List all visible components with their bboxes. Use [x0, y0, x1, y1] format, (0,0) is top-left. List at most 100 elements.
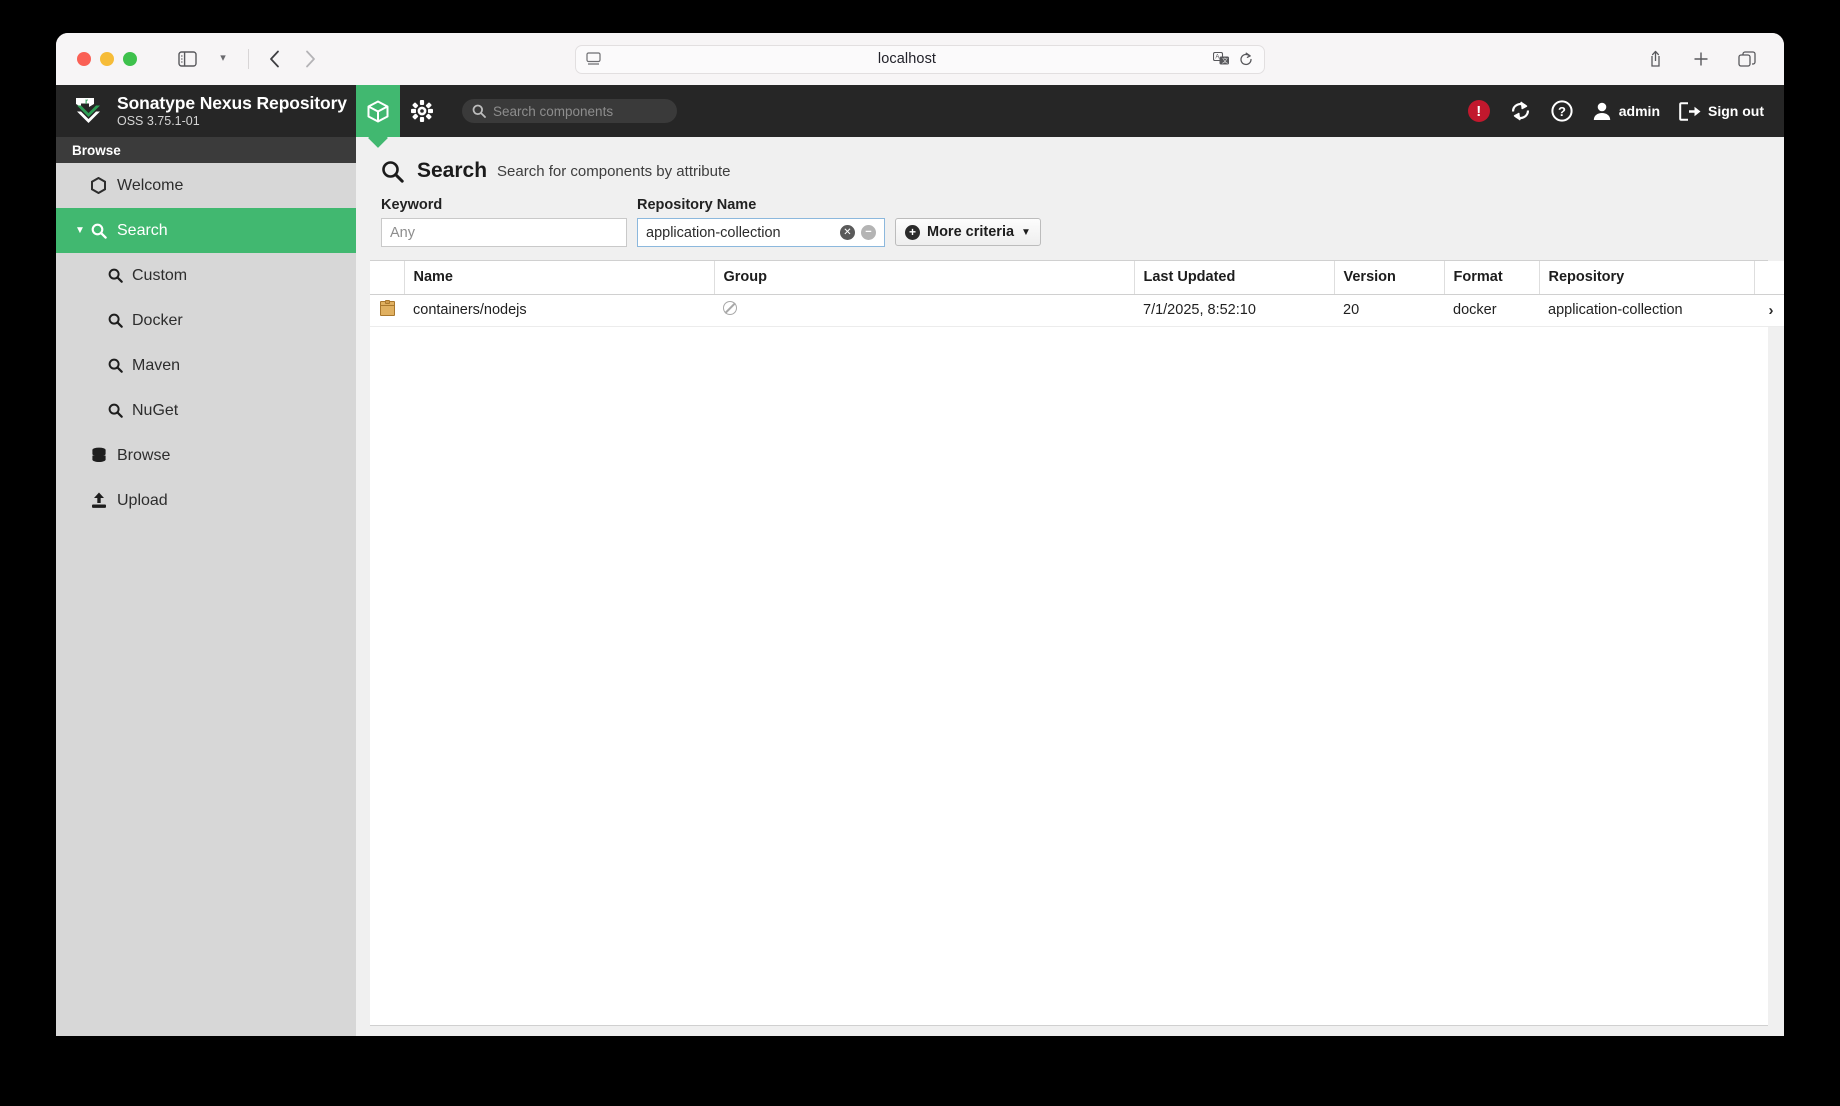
column-header-name[interactable]: Name	[404, 261, 715, 295]
remove-criteria-icon[interactable]: −	[861, 225, 876, 240]
svg-text:文: 文	[1222, 57, 1228, 65]
share-icon[interactable]	[1638, 44, 1672, 74]
forward-icon[interactable]	[293, 44, 327, 74]
upload-icon	[91, 492, 117, 509]
cell-repository: application-collection	[1539, 294, 1754, 327]
reader-view-icon[interactable]	[586, 52, 601, 66]
column-header-last-updated[interactable]: Last Updated	[1134, 261, 1335, 295]
user-icon	[1593, 102, 1610, 120]
column-header-group[interactable]: Group	[714, 261, 1135, 295]
search-filters: Keyword Any Repository Name application-…	[370, 197, 1768, 247]
svg-text:r: r	[85, 97, 88, 106]
repository-input-value: application-collection	[646, 224, 781, 241]
more-criteria-label: More criteria	[927, 224, 1015, 240]
column-header-repository[interactable]: Repository	[1539, 261, 1755, 295]
brand[interactable]: r Sonatype Nexus Repository OSS 3.75.1-0…	[56, 85, 356, 137]
cell-version: 20	[1334, 294, 1444, 327]
page-title: Search	[417, 159, 488, 182]
cell-last-updated: 7/1/2025, 8:52:10	[1134, 294, 1334, 327]
cell-group	[714, 294, 1134, 327]
username-label: admin	[1618, 103, 1660, 119]
reload-icon[interactable]	[1239, 52, 1253, 67]
toolbar-divider	[248, 49, 249, 69]
table-row[interactable]: containers/nodejs 7/1/2025, 8:52:10 20 d…	[370, 294, 1784, 327]
refresh-button[interactable]	[1509, 100, 1532, 122]
sidebar: Browse Welcome ▼ Search Custom Docker Ma…	[56, 137, 356, 1036]
row-expand-chevron-right-icon[interactable]: ›	[1754, 294, 1784, 327]
address-bar-actions: A文	[1213, 52, 1253, 67]
keyword-field-group: Keyword Any	[381, 197, 627, 247]
refresh-icon	[1511, 101, 1529, 121]
cell-name: containers/nodejs	[404, 294, 714, 327]
search-icon	[108, 313, 132, 328]
minimize-window-button[interactable]	[100, 52, 114, 66]
sidebar-item-label: Docker	[132, 311, 183, 329]
alert-icon[interactable]: !	[1467, 100, 1490, 122]
header-actions: ! ? admin Sign out	[1467, 85, 1784, 137]
sidebar-item-label: Upload	[117, 491, 168, 509]
main-content: Search Search for components by attribut…	[356, 137, 1784, 1036]
tab-overview-icon[interactable]	[1730, 44, 1764, 74]
app-body: Browse Welcome ▼ Search Custom Docker Ma…	[56, 137, 1784, 1036]
box-icon	[367, 100, 389, 122]
window-controls[interactable]	[77, 52, 137, 66]
chevron-down-icon[interactable]: ▼	[75, 225, 89, 236]
search-icon	[108, 268, 132, 283]
brand-text: Sonatype Nexus Repository OSS 3.75.1-01	[117, 92, 347, 129]
row-type-icon	[370, 294, 404, 327]
nexus-application: r Sonatype Nexus Repository OSS 3.75.1-0…	[56, 85, 1784, 1036]
sign-out-icon	[1679, 101, 1701, 121]
close-window-button[interactable]	[77, 52, 91, 66]
sidebar-title: Browse	[56, 137, 356, 163]
help-icon: ?	[1551, 100, 1573, 122]
sidebar-item-welcome[interactable]: Welcome	[56, 163, 356, 208]
sign-out-button[interactable]: Sign out	[1679, 101, 1764, 121]
search-icon	[472, 104, 486, 118]
sidebar-item-nuget[interactable]: NuGet	[56, 388, 356, 433]
repository-input-actions: ✕ −	[840, 225, 876, 240]
column-header-actions	[1754, 261, 1784, 295]
sidebar-item-custom[interactable]: Custom	[56, 253, 356, 298]
browser-toolbar: ▾ localhost A文	[56, 33, 1784, 85]
chevron-down-icon[interactable]: ▾	[206, 44, 240, 74]
sidebar-item-docker[interactable]: Docker	[56, 298, 356, 343]
hexagon-icon	[91, 177, 117, 194]
package-icon	[379, 299, 395, 316]
repository-input[interactable]: application-collection ✕ −	[637, 218, 885, 247]
page-header: Search Search for components by attribut…	[370, 137, 1768, 197]
help-button[interactable]: ?	[1551, 100, 1573, 122]
browse-tab[interactable]	[356, 85, 400, 137]
user-menu[interactable]: admin	[1592, 101, 1660, 121]
column-header-format[interactable]: Format	[1444, 261, 1540, 295]
cell-format: docker	[1444, 294, 1539, 327]
more-criteria-button[interactable]: + More criteria ▼	[895, 218, 1041, 246]
page-subtitle: Search for components by attribute	[497, 162, 731, 180]
clear-icon[interactable]: ✕	[840, 225, 855, 240]
brand-version: OSS 3.75.1-01	[117, 114, 200, 129]
address-bar[interactable]: localhost A文	[575, 44, 1265, 74]
keyword-label: Keyword	[381, 197, 443, 213]
sidebar-item-maven[interactable]: Maven	[56, 343, 356, 388]
svg-text:?: ?	[1558, 104, 1566, 119]
sidebar-toggle-icon[interactable]	[170, 44, 204, 74]
svg-text:A: A	[1215, 55, 1219, 61]
browser-nav-group: ▾	[170, 44, 327, 74]
translate-icon[interactable]: A文	[1213, 52, 1230, 66]
plus-icon[interactable]	[1684, 44, 1718, 74]
results-table: Name Group Last Updated Version Format R…	[370, 260, 1784, 1026]
sidebar-item-label: Search	[117, 221, 168, 239]
column-header-version[interactable]: Version	[1334, 261, 1445, 295]
back-icon[interactable]	[257, 44, 291, 74]
sonatype-logo-icon: r	[72, 95, 106, 127]
admin-tab[interactable]	[400, 85, 444, 137]
keyword-input[interactable]: Any	[381, 218, 627, 247]
header-search-input[interactable]: Search components	[462, 99, 677, 123]
sidebar-item-browse[interactable]: Browse	[56, 433, 356, 478]
sidebar-item-search[interactable]: ▼ Search	[56, 208, 356, 253]
sidebar-item-label: Browse	[117, 446, 171, 464]
maximize-window-button[interactable]	[123, 52, 137, 66]
app-header: r Sonatype Nexus Repository OSS 3.75.1-0…	[56, 85, 1784, 137]
brand-title: Sonatype Nexus Repository	[117, 92, 347, 113]
keyword-input-value: Any	[390, 224, 415, 241]
sidebar-item-upload[interactable]: Upload	[56, 478, 356, 523]
